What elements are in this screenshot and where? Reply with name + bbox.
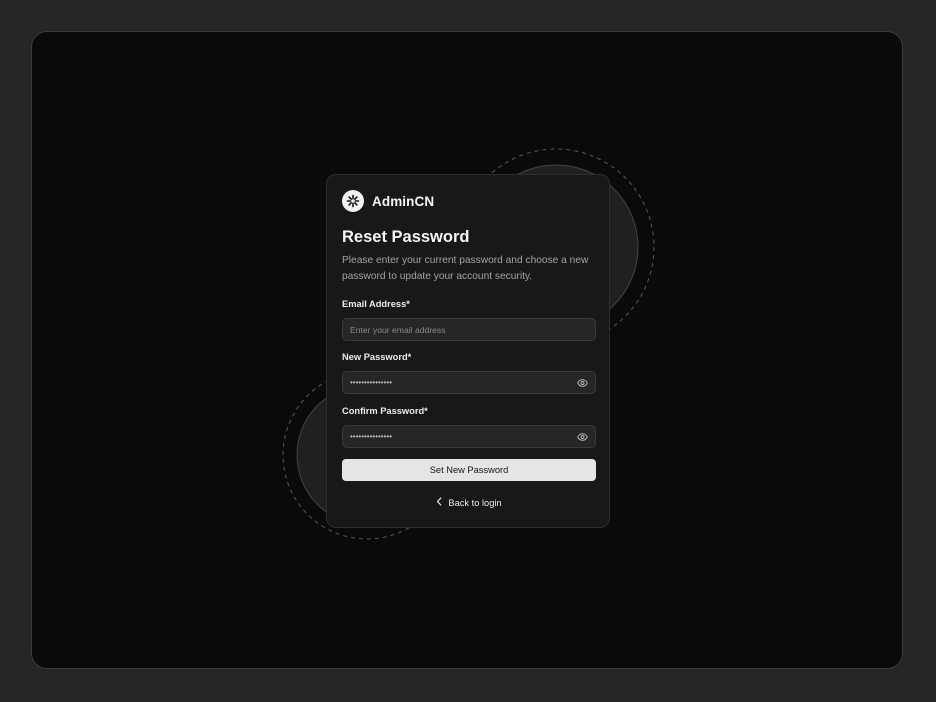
eye-icon[interactable]: [576, 377, 588, 389]
email-field-wrapper: [342, 318, 596, 341]
page-subtitle: Please enter your current password and c…: [342, 255, 589, 282]
eye-icon[interactable]: [576, 431, 588, 443]
brand-name: AdminCN: [372, 193, 435, 209]
confirm-password-field[interactable]: •••••••••••••••: [342, 425, 596, 448]
asterisk-logo-icon: [342, 190, 364, 212]
page-title: Reset Password: [342, 228, 470, 246]
new-password-value: •••••••••••••••: [350, 377, 393, 387]
confirm-password-label: Confirm Password*: [342, 406, 428, 416]
set-new-password-button[interactable]: Set New Password: [342, 459, 596, 481]
email-field[interactable]: [350, 324, 588, 335]
chevron-left-icon: [436, 497, 442, 508]
back-to-login-label: Back to login: [448, 497, 502, 508]
email-label: Email Address*: [342, 299, 410, 309]
reset-password-card: AdminCN Reset Password Please enter your…: [326, 174, 610, 528]
brand: AdminCN: [342, 190, 434, 212]
confirm-password-value: •••••••••••••••: [350, 431, 393, 441]
new-password-label: New Password*: [342, 352, 412, 362]
new-password-field[interactable]: •••••••••••••••: [342, 371, 596, 394]
back-to-login-link[interactable]: Back to login: [327, 497, 611, 508]
app-frame: AdminCN Reset Password Please enter your…: [31, 31, 903, 669]
